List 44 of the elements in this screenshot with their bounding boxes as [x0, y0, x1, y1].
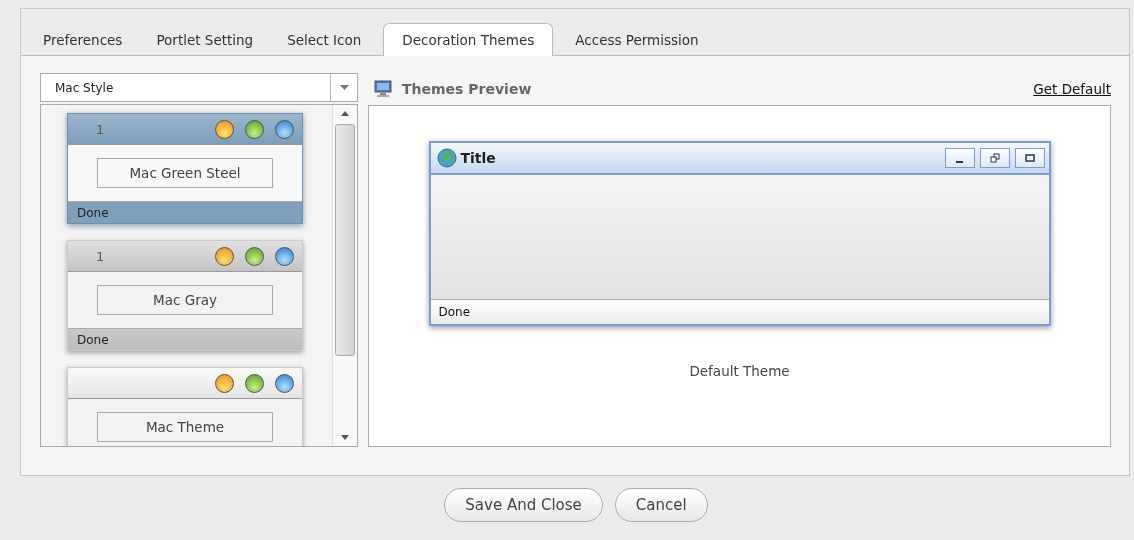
tab[interactable]: Access Permission	[563, 25, 711, 56]
ball-icon	[245, 246, 264, 266]
theme-name: Mac Gray	[97, 285, 273, 315]
dialog-button[interactable]: Save And Close	[444, 488, 603, 522]
theme-name: Mac Green Steel	[97, 158, 273, 188]
theme-status: Done	[77, 332, 109, 347]
preview-heading: Themes Preview	[402, 81, 532, 97]
ball-icon	[275, 119, 294, 139]
theme-title: 1	[96, 248, 105, 264]
theme-caption: Default Theme	[689, 363, 790, 379]
style-select[interactable]: Mac Style	[40, 73, 358, 102]
scroll-up-icon	[341, 111, 349, 116]
theme-status: Done	[77, 205, 109, 220]
minimize-button[interactable]	[944, 148, 975, 168]
scroll-thumb[interactable]	[335, 124, 355, 356]
theme-card[interactable]: 1 Mac Green Steel Done	[67, 113, 303, 224]
ball-icon	[215, 373, 234, 393]
minimize-icon	[956, 160, 963, 163]
ball-icon	[215, 119, 234, 139]
maximize-button[interactable]	[1014, 148, 1045, 168]
theme-card[interactable]: Mac Theme	[67, 367, 303, 446]
tab[interactable]: Select Icon	[275, 25, 374, 56]
window-title: Title	[460, 150, 496, 166]
theme-card[interactable]: 1 Mac Gray Done	[67, 240, 303, 351]
maximize-icon	[1024, 153, 1035, 163]
monitor-icon	[374, 80, 392, 98]
dropdown-arrow-icon	[339, 85, 349, 90]
scroll-down-icon	[341, 435, 349, 440]
globe-icon	[436, 148, 457, 168]
theme-name: Mac Theme	[97, 412, 273, 442]
scrollbar[interactable]	[332, 105, 357, 446]
ball-icon	[275, 373, 294, 393]
ball-icon	[245, 119, 264, 139]
theme-title: 1	[96, 121, 105, 137]
get-default-link[interactable]: Get Default	[1033, 81, 1111, 97]
dialog-button[interactable]: Cancel	[614, 488, 708, 522]
ball-icon	[215, 246, 234, 266]
window-status: Done	[438, 305, 471, 319]
tab[interactable]: Decoration Themes	[383, 23, 554, 56]
tab[interactable]: Portlet Setting	[144, 25, 266, 56]
ball-icon	[245, 373, 264, 393]
ball-icon	[275, 246, 294, 266]
tab[interactable]: Preferences	[31, 25, 135, 56]
restore-icon	[989, 153, 1000, 163]
